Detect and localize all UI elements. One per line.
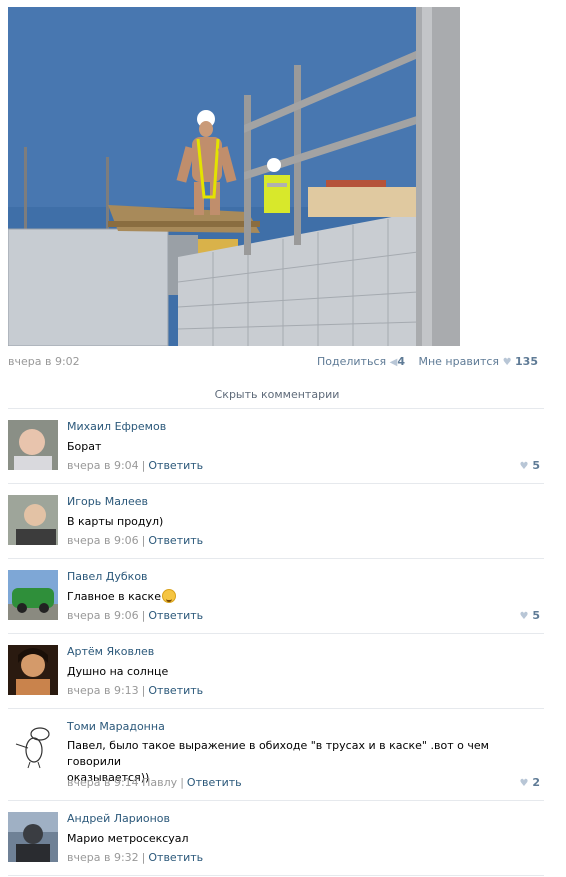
comment-text-content: Главное в каске bbox=[67, 590, 161, 603]
comment-item: Артём Яковлев Душно на солнце вчера в 9:… bbox=[8, 645, 544, 705]
comment-item: Томи Марадонна Павел, было такое выражен… bbox=[8, 720, 544, 796]
comment-author[interactable]: Андрей Ларионов bbox=[67, 812, 170, 825]
post-actions: Поделиться ◀4 Мне нравится ♥ 135 bbox=[307, 355, 538, 368]
comment-meta: вчера в 9:32 | Ответить bbox=[67, 851, 204, 864]
share-count: 4 bbox=[397, 355, 405, 368]
comment-text: Главное в каске bbox=[67, 589, 517, 605]
comment-time[interactable]: вчера в 9:13 bbox=[67, 684, 139, 697]
post-meta: вчера в 9:02 Поделиться ◀4 Мне нравится … bbox=[8, 355, 546, 371]
avatar[interactable] bbox=[8, 495, 58, 545]
comment-text: В карты продул) bbox=[67, 515, 164, 528]
comment-item: Михаил Ефремов Борат вчера в 9:04 | Ответи… bbox=[8, 420, 544, 480]
comment-meta: вчера в 9:13 | Ответить bbox=[67, 684, 204, 697]
avatar[interactable] bbox=[8, 812, 58, 862]
avatar[interactable] bbox=[8, 645, 58, 695]
comment-meta: вчера в 9:04 | Ответить bbox=[67, 459, 204, 472]
comment-like-count: 5 bbox=[532, 609, 540, 622]
divider bbox=[8, 558, 544, 559]
like-button[interactable]: Мне нравится ♥ 135 bbox=[418, 355, 538, 368]
comment-like-button[interactable]: ♥ 2 bbox=[520, 776, 540, 789]
heart-icon: ♥ bbox=[502, 357, 512, 368]
comment-meta: вчера в 9:06 | Ответить bbox=[67, 534, 204, 547]
post-photo[interactable] bbox=[8, 7, 460, 346]
comment-author[interactable]: Игорь Малеев bbox=[67, 495, 148, 508]
reply-link[interactable]: Ответить bbox=[148, 609, 203, 622]
comment-like-count: 5 bbox=[532, 459, 540, 472]
comment-time[interactable]: вчера в 9:06 bbox=[67, 534, 139, 547]
reply-link[interactable]: Ответить bbox=[187, 776, 242, 789]
comment-author[interactable]: Михаил Ефремов bbox=[67, 420, 166, 433]
comment-meta: вчера в 9:06 | Ответить bbox=[67, 609, 204, 622]
avatar[interactable] bbox=[8, 420, 58, 470]
avatar[interactable] bbox=[8, 570, 58, 620]
comment-item: Павел Дубков Главное в каске вчера в 9:0… bbox=[8, 570, 544, 630]
comment-time[interactable]: вчера в 9:04 bbox=[67, 459, 139, 472]
avatar[interactable] bbox=[8, 720, 58, 770]
heart-icon: ♥ bbox=[519, 461, 529, 472]
divider bbox=[8, 800, 544, 801]
hide-comments-link[interactable]: Скрыть комментарии bbox=[8, 388, 546, 401]
comment-author[interactable]: Павел Дубков bbox=[67, 570, 148, 583]
reply-link[interactable]: Ответить bbox=[148, 684, 203, 697]
reply-link[interactable]: Ответить bbox=[148, 851, 203, 864]
heart-icon: ♥ bbox=[519, 611, 529, 622]
comment-time[interactable]: вчера в 9:06 bbox=[67, 609, 139, 622]
divider bbox=[8, 408, 544, 409]
reply-link[interactable]: Ответить bbox=[148, 534, 203, 547]
post-time[interactable]: вчера в 9:02 bbox=[8, 355, 80, 368]
divider bbox=[8, 708, 544, 709]
share-button[interactable]: Поделиться ◀4 bbox=[317, 355, 408, 368]
share-label: Поделиться bbox=[317, 355, 387, 368]
comment-time[interactable]: вчера в 9:14 Павлу bbox=[67, 776, 177, 789]
comment-text: Борат bbox=[67, 440, 102, 453]
comment-item: Андрей Ларионов Марио метросексуал вчера… bbox=[8, 812, 544, 872]
comment-meta: вчера в 9:14 Павлу | Ответить bbox=[67, 776, 242, 789]
comment-like-button[interactable]: ♥ 5 bbox=[520, 609, 540, 622]
comment-like-button[interactable]: ♥ 5 bbox=[520, 459, 540, 472]
divider bbox=[8, 633, 544, 634]
like-count: 135 bbox=[515, 355, 538, 368]
comment-item: Игорь Малеев В карты продул) вчера в 9:0… bbox=[8, 495, 544, 555]
comment-text: Душно на солнце bbox=[67, 665, 169, 678]
comment-time[interactable]: вчера в 9:32 bbox=[67, 851, 139, 864]
comment-like-count: 2 bbox=[532, 776, 540, 789]
divider bbox=[8, 483, 544, 484]
laughing-emoji-icon bbox=[161, 589, 176, 603]
divider bbox=[8, 875, 544, 876]
comment-text-line: Павел, было такое выражение в обиходе "в… bbox=[67, 739, 489, 768]
comment-author[interactable]: Томи Марадонна bbox=[67, 720, 165, 733]
comment-text: Марио метросексуал bbox=[67, 832, 189, 845]
heart-icon: ♥ bbox=[519, 778, 529, 789]
like-label: Мне нравится bbox=[418, 355, 500, 368]
reply-link[interactable]: Ответить bbox=[148, 459, 203, 472]
comment-author[interactable]: Артём Яковлев bbox=[67, 645, 154, 658]
